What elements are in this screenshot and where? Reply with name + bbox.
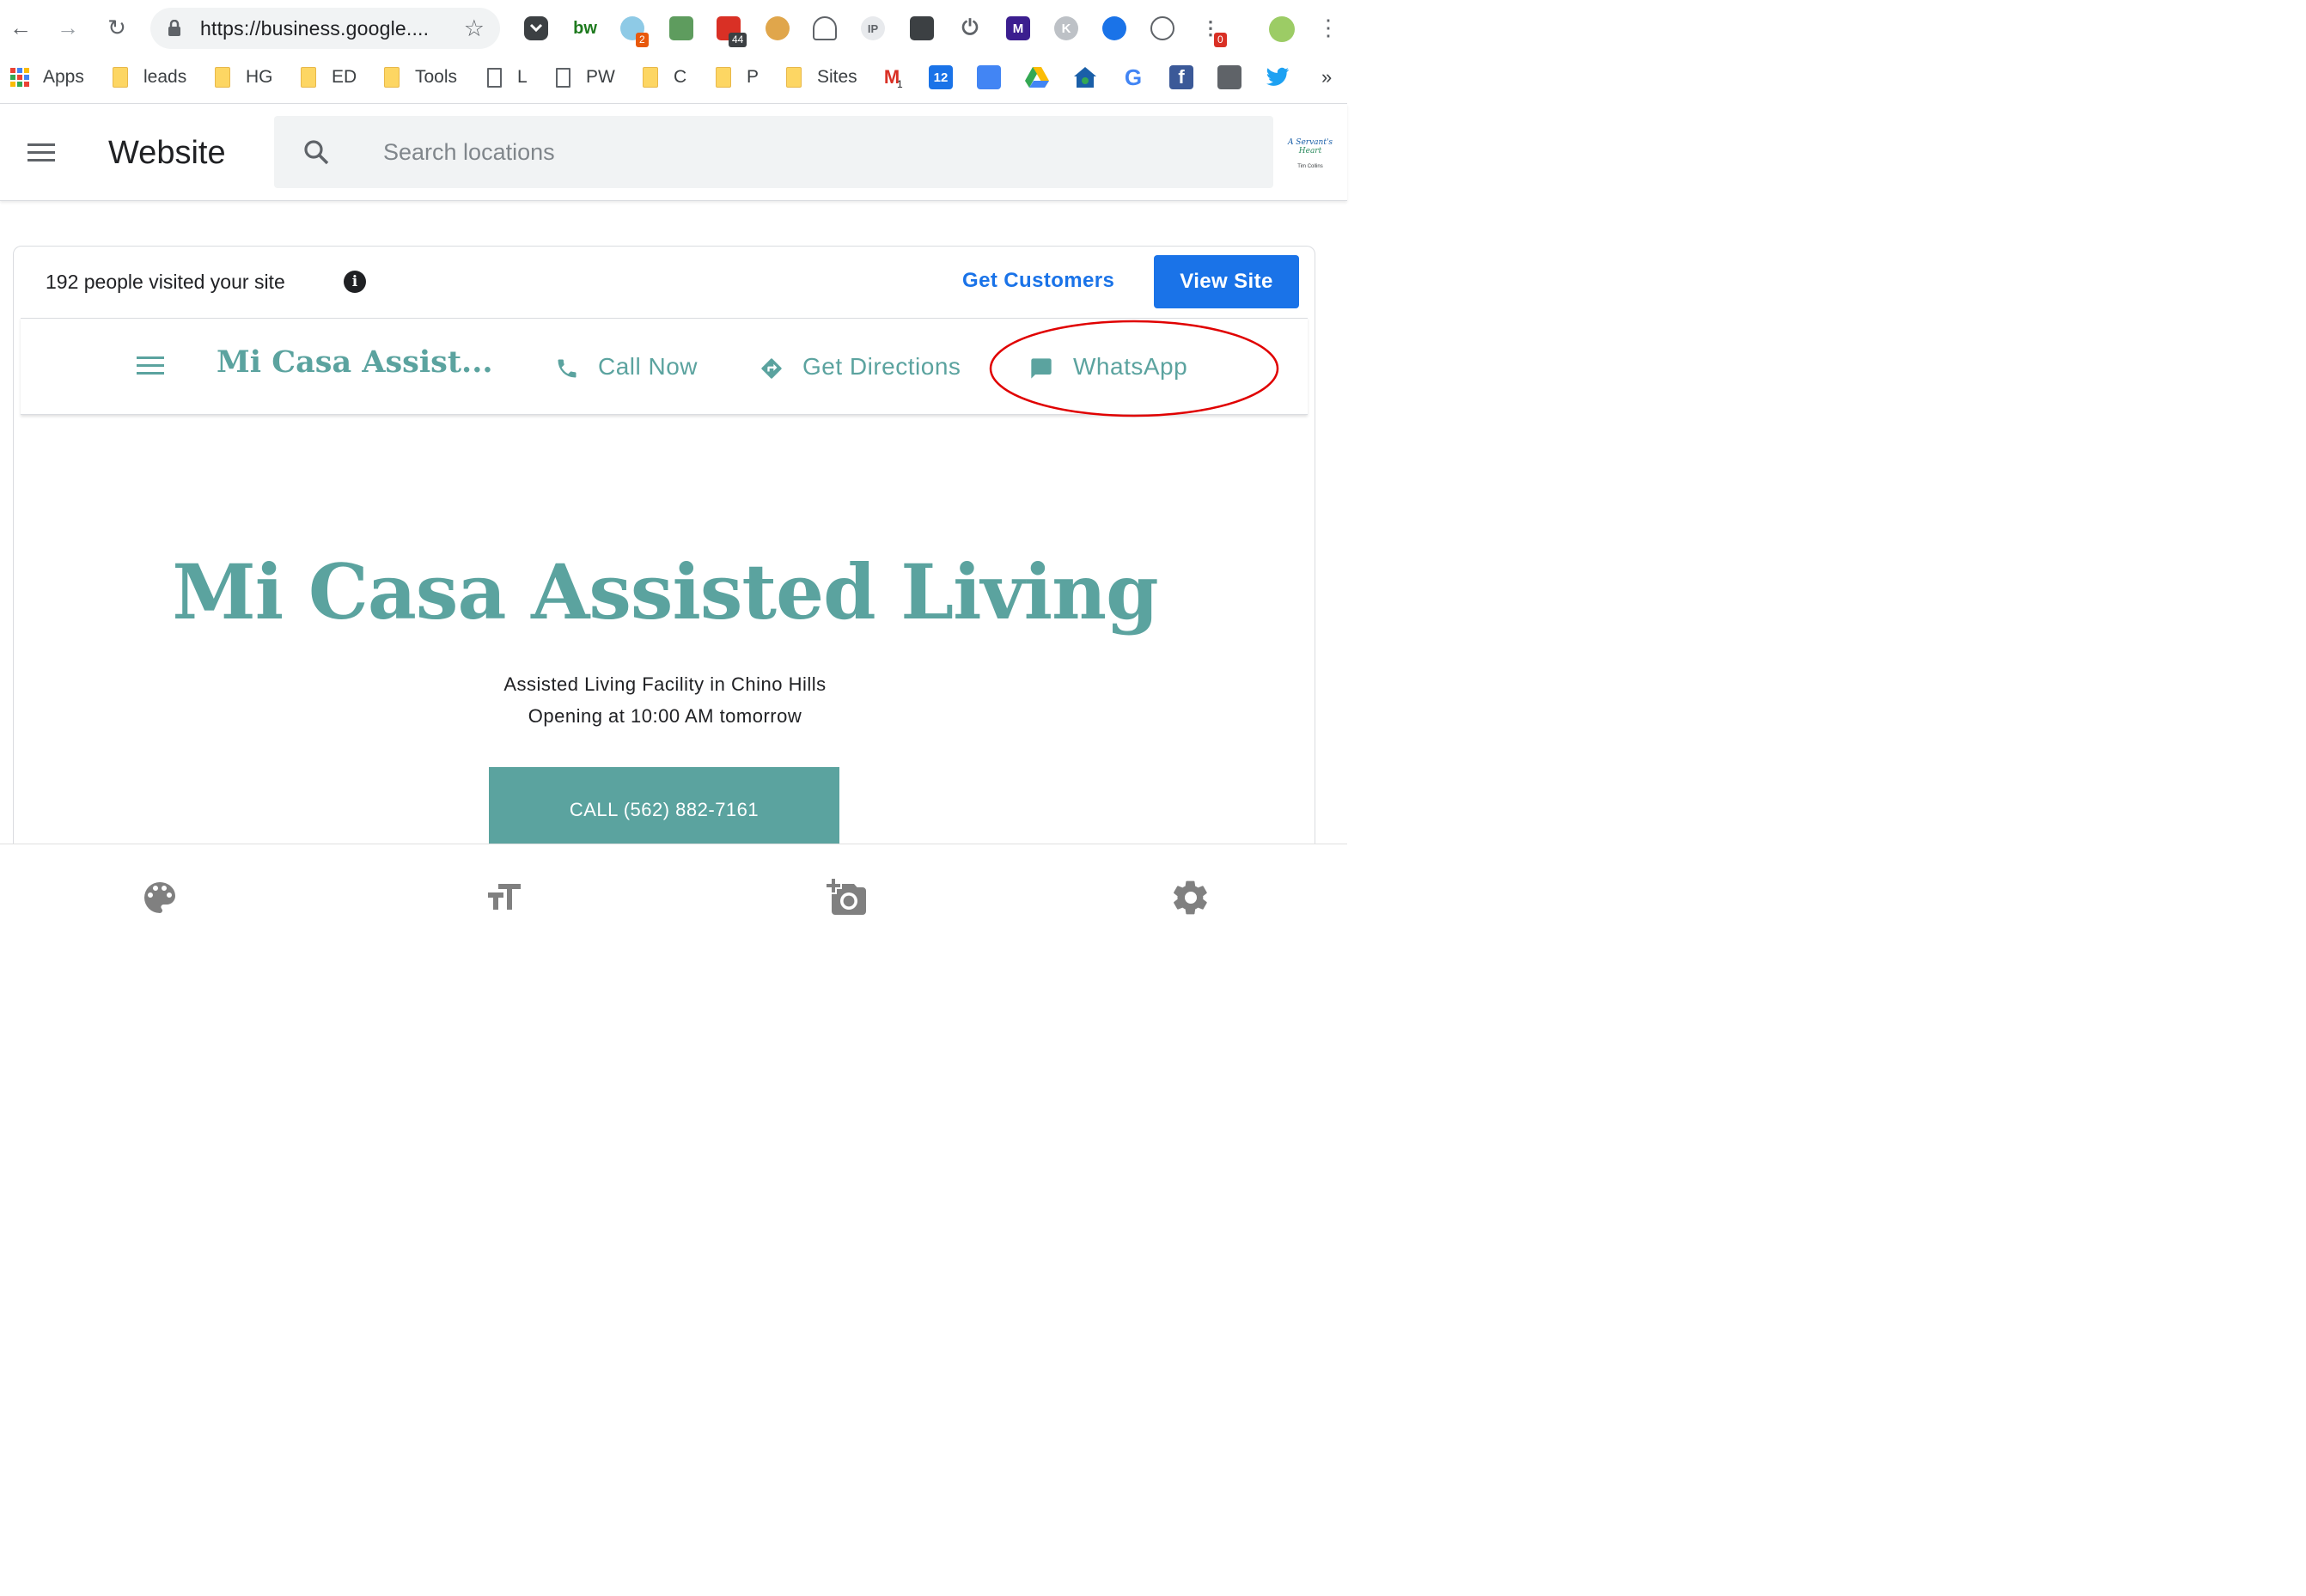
menu-icon[interactable] bbox=[27, 143, 55, 162]
view-site-button[interactable]: View Site bbox=[1154, 255, 1299, 308]
search-icon bbox=[304, 140, 329, 165]
annotation-ellipse bbox=[989, 320, 1279, 417]
logo-line: Heart bbox=[1298, 147, 1322, 155]
site-subtitle: Assisted Living Facility in Chino Hills bbox=[503, 673, 827, 695]
apps-grid-icon bbox=[10, 68, 29, 87]
twitter-icon[interactable] bbox=[1266, 65, 1290, 89]
bookmark-label: leads bbox=[143, 67, 187, 87]
dots-badge: 0 bbox=[1214, 33, 1227, 47]
lightbulb-badge: 2 bbox=[636, 33, 649, 47]
site-hero-title: Mi Casa Assisted Living bbox=[172, 547, 1158, 637]
google-icon[interactable]: G bbox=[1121, 64, 1145, 90]
k-icon[interactable]: K bbox=[1054, 16, 1078, 40]
search-input[interactable]: Search locations bbox=[274, 116, 1273, 188]
folder-icon bbox=[301, 67, 316, 88]
bookmark-label: Tools bbox=[415, 67, 458, 87]
editor-toolbar bbox=[0, 844, 1347, 929]
folder-icon bbox=[215, 67, 230, 88]
page-title: Website bbox=[108, 135, 226, 171]
bookmark-label: C bbox=[674, 67, 687, 87]
contacts-icon[interactable] bbox=[977, 65, 1001, 89]
bookmark-sites[interactable]: Sites bbox=[786, 64, 857, 91]
pocket-icon[interactable] bbox=[524, 16, 548, 40]
folder-icon bbox=[384, 67, 400, 88]
logo-line: Tim Collins bbox=[1297, 164, 1323, 169]
back-icon[interactable]: ← bbox=[5, 12, 36, 43]
logo-line: A Servant's bbox=[1287, 138, 1333, 147]
bookmark-apps[interactable]: Apps bbox=[10, 64, 84, 91]
bookmark-l[interactable]: L bbox=[487, 64, 528, 91]
bookmark-label: PW bbox=[586, 67, 615, 87]
visitor-count: 192 people visited your site bbox=[46, 271, 285, 293]
folder-icon bbox=[643, 67, 658, 88]
bookmark-hg[interactable]: HG bbox=[215, 64, 273, 91]
call-phone-button[interactable]: CALL (562) 882-7161 bbox=[489, 767, 839, 853]
printer-icon[interactable] bbox=[1217, 65, 1241, 89]
flag-icon[interactable] bbox=[669, 16, 693, 40]
speedometer-icon[interactable] bbox=[813, 16, 837, 40]
site-brand[interactable]: Mi Casa Assist... bbox=[217, 344, 493, 380]
facebook-icon[interactable]: f bbox=[1169, 65, 1193, 89]
bookmark-c[interactable]: C bbox=[643, 64, 686, 91]
m-icon[interactable]: M bbox=[1006, 16, 1030, 40]
bookmark-label: L bbox=[517, 67, 528, 87]
calendar-badge: 44 bbox=[729, 33, 747, 47]
bookmark-label: ED bbox=[332, 67, 357, 87]
bookmark-ed[interactable]: ED bbox=[301, 64, 357, 91]
bookmark-label: P bbox=[747, 67, 760, 87]
folder-icon bbox=[786, 67, 802, 88]
dark-square-icon[interactable] bbox=[910, 16, 934, 40]
cookie-icon[interactable] bbox=[766, 16, 790, 40]
text-size-icon[interactable] bbox=[483, 877, 524, 918]
get-customers-link[interactable]: Get Customers bbox=[962, 269, 1114, 293]
bookmark-star-icon[interactable]: ☆ bbox=[464, 15, 485, 42]
url-text[interactable]: https://business.google.... bbox=[200, 17, 429, 40]
profile-avatar-icon[interactable] bbox=[1269, 16, 1295, 42]
bookmark-leads[interactable]: leads bbox=[113, 64, 186, 91]
browser-chrome: ← → ↻ https://business.google.... ☆ bw 2… bbox=[0, 0, 1347, 104]
call-now-link[interactable]: Call Now bbox=[598, 353, 698, 381]
address-bar[interactable]: https://business.google.... ☆ bbox=[150, 8, 500, 49]
get-directions-link[interactable]: Get Directions bbox=[802, 353, 961, 381]
folder-icon bbox=[716, 67, 731, 88]
power-icon[interactable]: ⏻ bbox=[958, 16, 982, 40]
bookmark-tools[interactable]: Tools bbox=[384, 64, 457, 91]
page-icon bbox=[487, 67, 502, 88]
ip-icon[interactable]: IP bbox=[861, 16, 885, 40]
reload-icon[interactable]: ↻ bbox=[101, 12, 132, 43]
palette-icon[interactable] bbox=[139, 877, 180, 918]
bookmarks-overflow[interactable]: » bbox=[1321, 64, 1332, 91]
settings-gear-icon[interactable] bbox=[1170, 877, 1211, 918]
drive-icon[interactable] bbox=[1025, 65, 1049, 89]
site-menu-icon[interactable] bbox=[137, 356, 164, 375]
app-header: Website Search locations A Servant's Hea… bbox=[0, 104, 1347, 201]
bookmark-pw[interactable]: PW bbox=[556, 64, 615, 91]
directions-icon bbox=[761, 358, 782, 379]
gmail-badge: 1 bbox=[897, 78, 903, 90]
home-icon[interactable] bbox=[1073, 65, 1097, 89]
browser-menu-icon[interactable]: ⋮ bbox=[1313, 12, 1344, 43]
bookmark-label: HG bbox=[246, 67, 273, 87]
bookmark-p[interactable]: P bbox=[716, 64, 759, 91]
zoom-icon[interactable] bbox=[1102, 16, 1126, 40]
page-icon bbox=[556, 67, 570, 88]
phone-icon bbox=[558, 359, 576, 378]
add-photo-icon[interactable] bbox=[827, 877, 868, 918]
s-icon[interactable] bbox=[1150, 16, 1174, 40]
forward-icon[interactable]: → bbox=[52, 12, 83, 43]
bw-icon[interactable]: bw bbox=[570, 16, 600, 40]
calendar-icon[interactable]: 12 bbox=[929, 65, 953, 89]
business-logo[interactable]: A Servant's Heart Tim Collins bbox=[1286, 138, 1334, 174]
search-placeholder: Search locations bbox=[383, 139, 555, 165]
lock-icon bbox=[168, 19, 181, 37]
site-hours: Opening at 10:00 AM tomorrow bbox=[528, 705, 802, 727]
bookmark-label: Apps bbox=[43, 67, 84, 87]
bookmark-label: Sites bbox=[817, 67, 857, 87]
folder-icon bbox=[113, 67, 128, 88]
info-icon[interactable]: i bbox=[344, 271, 366, 293]
